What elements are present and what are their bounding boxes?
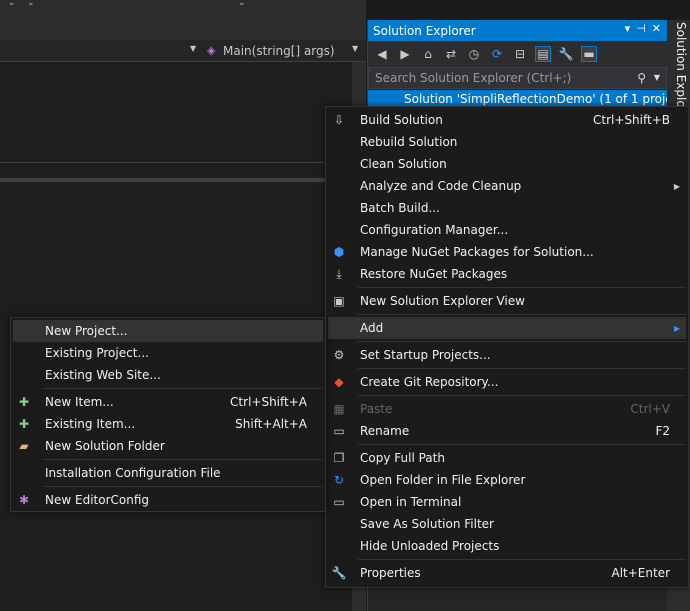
menu-item-build-solution[interactable]: ⇩ Build Solution Ctrl+Shift+B [328, 109, 686, 131]
menu-item-hide-unloaded-projects[interactable]: Hide Unloaded Projects [328, 535, 686, 557]
folder-icon: ▰ [19, 439, 29, 453]
solution-explorer-toolbar: ◀ ▶ ⌂ ⇄ ◷ ⟳ ⊟ ▤ 🔧 ▬ [368, 41, 667, 67]
menu-item-new-editorconfig[interactable]: ✱ New EditorConfig [13, 489, 323, 511]
menu-separator [358, 395, 686, 396]
menu-item-manage-nuget[interactable]: ⬢ Manage NuGet Packages for Solution... [328, 241, 686, 263]
menu-item-new-solution-folder[interactable]: ▰ New Solution Folder [13, 435, 323, 457]
menu-item-installation-configuration-file[interactable]: Installation Configuration File [13, 462, 323, 484]
back-icon[interactable]: ◀ [374, 46, 390, 62]
copy-icon: ❐ [333, 451, 345, 465]
search-placeholder: Search Solution Explorer (Ctrl+;) [375, 71, 572, 85]
menu-item-restore-nuget[interactable]: ⤓ Restore NuGet Packages [328, 263, 686, 285]
paste-icon: ▦ [333, 402, 345, 416]
code-editor[interactable] [0, 0, 366, 611]
dropdown-icon[interactable]: ▾ [625, 22, 631, 35]
menu-item-rebuild-solution[interactable]: Rebuild Solution [328, 131, 686, 153]
menu-item-new-item[interactable]: ✚ New Item... Ctrl+Shift+A [13, 391, 323, 413]
menu-separator [43, 486, 323, 487]
divider [0, 162, 366, 163]
terminal-icon: ▭ [333, 495, 345, 509]
menu-item-existing-item[interactable]: ✚ Existing Item... Shift+Alt+A [13, 413, 323, 435]
rename-icon: ▭ [333, 424, 345, 438]
navigation-bar: ▼ ◈ Main(string[] args) ▼ [0, 40, 366, 62]
menu-item-existing-web-site[interactable]: Existing Web Site... [13, 364, 323, 386]
menu-separator [43, 388, 323, 389]
menu-item-open-in-terminal[interactable]: ▭ Open in Terminal [328, 491, 686, 513]
collapse-all-icon[interactable]: ⊟ [512, 46, 528, 62]
pin-icon[interactable]: ⊣ [636, 22, 646, 35]
editorconfig-icon: ✱ [18, 493, 30, 507]
editor-tab-strip: ⌄ ⌄ ⌄ [0, 0, 366, 40]
splitter[interactable] [0, 178, 352, 182]
menu-item-clean-solution[interactable]: Clean Solution [328, 153, 686, 175]
menu-item-set-startup-projects[interactable]: ⚙ Set Startup Projects... [328, 344, 686, 366]
solution-explorer-title: Solution Explorer [373, 23, 476, 38]
chevron-down-icon[interactable]: ⌄ [238, 0, 246, 8]
menu-separator [358, 341, 686, 342]
chevron-down-icon[interactable]: ⌄ [8, 0, 16, 8]
menu-item-paste[interactable]: ▦ Paste Ctrl+V [328, 398, 686, 420]
close-icon[interactable]: ✕ [652, 22, 661, 35]
new-item-icon: ✚ [18, 395, 30, 409]
chevron-down-icon[interactable]: ▼ [352, 44, 358, 53]
solution-context-menu: ⇩ Build Solution Ctrl+Shift+B Rebuild So… [325, 106, 689, 588]
menu-separator [358, 444, 686, 445]
forward-icon[interactable]: ▶ [397, 46, 413, 62]
menu-separator [358, 314, 686, 315]
menu-item-existing-project[interactable]: Existing Project... [13, 342, 323, 364]
wrench-icon: 🔧 [331, 566, 347, 580]
menu-item-analyze-code-cleanup[interactable]: Analyze and Code Cleanup ▶ [328, 175, 686, 197]
method-label: Main(string[] args) [223, 44, 335, 58]
search-icon[interactable]: ⚲ [637, 71, 646, 85]
sync-icon[interactable]: ⟳ [489, 46, 505, 62]
menu-item-properties[interactable]: 🔧 Properties Alt+Enter [328, 562, 686, 584]
switch-views-icon[interactable]: ⇄ [443, 46, 459, 62]
chevron-down-icon[interactable]: ▼ [654, 73, 660, 82]
menu-item-rename[interactable]: ▭ Rename F2 [328, 420, 686, 442]
menu-separator [358, 287, 686, 288]
menu-item-batch-build[interactable]: Batch Build... [328, 197, 686, 219]
pending-changes-icon[interactable]: ◷ [466, 46, 482, 62]
method-dropdown[interactable]: ◈ Main(string[] args) [207, 43, 335, 59]
menu-item-add[interactable]: Add ▶ [328, 317, 686, 339]
menu-item-new-project[interactable]: New Project... [13, 320, 323, 342]
new-view-icon: ▣ [333, 294, 345, 308]
method-icon: ◈ [207, 44, 216, 57]
nuget-icon: ⬢ [333, 245, 345, 259]
menu-item-save-as-solution-filter[interactable]: Save As Solution Filter [328, 513, 686, 535]
menu-item-configuration-manager[interactable]: Configuration Manager... [328, 219, 686, 241]
chevron-down-icon[interactable]: ▼ [190, 44, 196, 53]
wrench-icon[interactable]: 🔧 [558, 46, 574, 62]
menu-item-open-folder[interactable]: ↻ Open Folder in File Explorer [328, 469, 686, 491]
solution-explorer-title-bar: Solution Explorer ▾ ⊣ ✕ [368, 20, 667, 41]
menu-item-copy-full-path[interactable]: ❐ Copy Full Path [328, 447, 686, 469]
add-submenu: New Project... Existing Project... Exist… [10, 317, 326, 512]
existing-item-icon: ✚ [18, 417, 30, 431]
menu-separator [43, 459, 323, 460]
preview-icon[interactable]: ▬ [581, 46, 597, 62]
chevron-down-icon[interactable]: ⌄ [27, 0, 35, 8]
menu-item-new-solution-explorer-view[interactable]: ▣ New Solution Explorer View [328, 290, 686, 312]
submenu-arrow-icon: ▶ [673, 323, 680, 333]
menu-separator [358, 559, 686, 560]
solution-explorer-search[interactable]: Search Solution Explorer (Ctrl+;) ⚲ ▼ [368, 67, 667, 89]
menu-separator [358, 368, 686, 369]
gear-icon: ⚙ [333, 348, 345, 362]
git-icon: ◆ [334, 375, 344, 389]
menu-item-create-git-repository[interactable]: ◆ Create Git Repository... [328, 371, 686, 393]
home-icon[interactable]: ⌂ [420, 46, 436, 62]
submenu-arrow-icon: ▶ [673, 181, 680, 191]
restore-icon: ⤓ [336, 266, 342, 281]
show-all-files-icon[interactable]: ▤ [535, 46, 551, 62]
open-folder-icon: ↻ [333, 473, 345, 487]
build-icon: ⇩ [333, 113, 345, 127]
